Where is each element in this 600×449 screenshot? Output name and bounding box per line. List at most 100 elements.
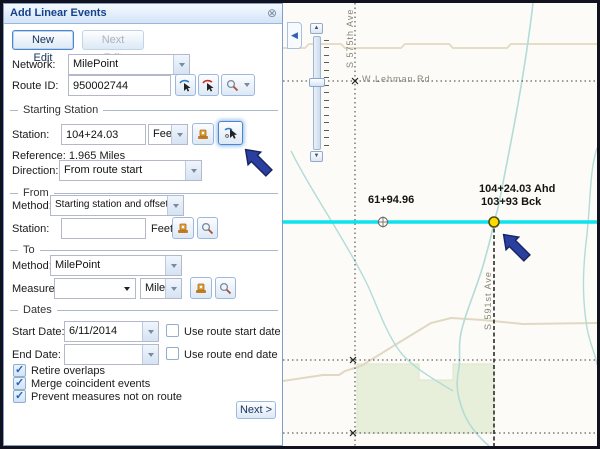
dropdown-arrow-icon[interactable]: [185, 161, 201, 180]
starting-station-section: Starting Station: [10, 104, 278, 116]
select-route-icon: [179, 79, 192, 92]
road-label-575th: S 575th Ave: [345, 8, 355, 68]
slider-tick: [324, 122, 329, 123]
clear-selection-icon: [202, 79, 215, 92]
station-measure-tool-button[interactable]: [192, 123, 214, 145]
road-top: [283, 44, 597, 48]
use-route-end-date-label: Use route end date: [184, 349, 278, 361]
use-route-start-date-label: Use route start date: [184, 326, 281, 338]
dropdown-arrow-icon[interactable]: [244, 83, 250, 87]
start-date-picker[interactable]: 6/11/2014: [64, 321, 159, 342]
measure-label-back: 103+93 Bck: [481, 196, 541, 208]
dates-section: Dates: [10, 304, 278, 316]
route-search-button[interactable]: [221, 74, 255, 96]
measure-station-icon: [194, 282, 208, 295]
end-date-label: End Date:: [12, 349, 61, 361]
start-date-label: Start Date:: [12, 326, 65, 338]
measure-label-ahead: 104+24.03 Ahd: [479, 183, 555, 195]
slider-tick: [324, 70, 329, 71]
check-icon: ✓: [15, 389, 24, 402]
to-method-select[interactable]: MilePoint: [50, 255, 182, 276]
retire-overlaps-label: Retire overlaps: [31, 365, 105, 377]
check-icon: ✓: [15, 363, 24, 376]
route-id-input[interactable]: [68, 75, 171, 96]
next-button[interactable]: Next >: [236, 401, 276, 419]
station-input[interactable]: [61, 124, 146, 145]
network-select[interactable]: MilePoint: [68, 54, 190, 75]
magnifier-icon: [201, 222, 214, 235]
from-method-label: Method:: [12, 200, 52, 212]
clear-route-selection-button[interactable]: [198, 74, 219, 96]
slider-tick: [324, 47, 329, 48]
end-date-picker[interactable]: [64, 344, 159, 365]
map-viewport[interactable]: W Lehman Rd S 575th Ave S 591st Ave 61+9…: [283, 3, 597, 446]
measure-station-icon: [176, 222, 190, 235]
to-measure-tool-button[interactable]: [190, 277, 212, 299]
stream-right: [583, 148, 597, 365]
slider-tick: [324, 137, 329, 138]
from-station-input[interactable]: [61, 218, 146, 239]
map-canvas[interactable]: [283, 3, 597, 446]
dropdown-arrow-icon[interactable]: [142, 345, 158, 364]
to-method-label: Method:: [12, 260, 52, 272]
slider-tick: [324, 107, 329, 108]
slider-tick: [324, 92, 329, 93]
use-route-start-date-checkbox[interactable]: [166, 324, 179, 337]
zoom-out-button[interactable]: ▼: [310, 151, 323, 162]
dropdown-arrow-icon[interactable]: [142, 322, 158, 341]
to-search-button[interactable]: [215, 277, 236, 299]
direction-select[interactable]: From route start: [59, 160, 202, 181]
from-method-select[interactable]: Starting station and offset: [50, 195, 184, 216]
measure-station-icon: [196, 128, 210, 141]
road-bottom: [283, 318, 597, 381]
from-search-button[interactable]: [197, 217, 218, 239]
dropdown-arrow-icon[interactable]: [167, 196, 183, 215]
prevent-measures-label: Prevent measures not on route: [31, 391, 182, 403]
pick-on-map-icon: [224, 126, 238, 140]
from-station-unit: Feet: [151, 223, 173, 235]
station-label: Station:: [12, 129, 49, 141]
slider-tick: [324, 130, 329, 131]
from-measure-tool-button[interactable]: [172, 217, 194, 239]
station-point-marker[interactable]: [378, 217, 389, 228]
route-id-label: Route ID:: [12, 80, 58, 92]
slider-tick: [324, 115, 329, 116]
annotation-arrow: [493, 224, 541, 272]
collapse-arrow-icon: ◀: [291, 30, 298, 41]
slider-tick: [324, 145, 329, 146]
slider-tick: [324, 62, 329, 63]
select-route-on-map-button[interactable]: [175, 74, 196, 96]
dropdown-arrow-icon[interactable]: [165, 279, 181, 298]
stream-branch: [291, 151, 453, 391]
station-unit-select[interactable]: Feet: [148, 124, 188, 145]
network-label: Network:: [12, 59, 55, 71]
close-icon[interactable]: ⊗: [267, 7, 277, 19]
app-screen: Add Linear Events ⊗ New Edit Next Edit N…: [0, 0, 600, 449]
from-station-label: Station:: [12, 223, 49, 235]
slider-tick: [324, 55, 329, 56]
use-route-end-date-checkbox[interactable]: [166, 347, 179, 360]
measure-label: Measure:: [12, 283, 58, 295]
panel-title: Add Linear Events: [10, 7, 107, 19]
magnifier-icon: [219, 282, 232, 295]
check-icon: ✓: [15, 376, 24, 389]
collapse-panel-tab[interactable]: ◀: [287, 22, 302, 49]
zoom-in-button[interactable]: ▲: [310, 23, 323, 34]
slider-tick: [324, 40, 329, 41]
dropdown-arrow-icon[interactable]: [124, 287, 130, 291]
zoom-slider-track[interactable]: [313, 36, 321, 150]
dropdown-arrow-icon[interactable]: [165, 256, 181, 275]
magnifier-icon: [226, 79, 239, 92]
panel-header[interactable]: Add Linear Events ⊗: [4, 4, 282, 24]
dropdown-arrow-icon[interactable]: [173, 55, 189, 74]
merge-coincident-label: Merge coincident events: [31, 378, 150, 390]
dropdown-arrow-icon[interactable]: [171, 125, 187, 144]
measure-unit-select[interactable]: Miles: [140, 278, 182, 299]
zoom-slider-handle[interactable]: [309, 78, 325, 87]
new-edit-button[interactable]: New Edit: [12, 30, 74, 50]
slider-tick: [324, 100, 329, 101]
prevent-measures-checkbox[interactable]: ✓: [13, 390, 26, 403]
measure-label-left: 61+94.96: [368, 194, 414, 206]
next-edit-button[interactable]: Next Edit: [82, 30, 144, 50]
annotation-arrow: [235, 139, 283, 187]
